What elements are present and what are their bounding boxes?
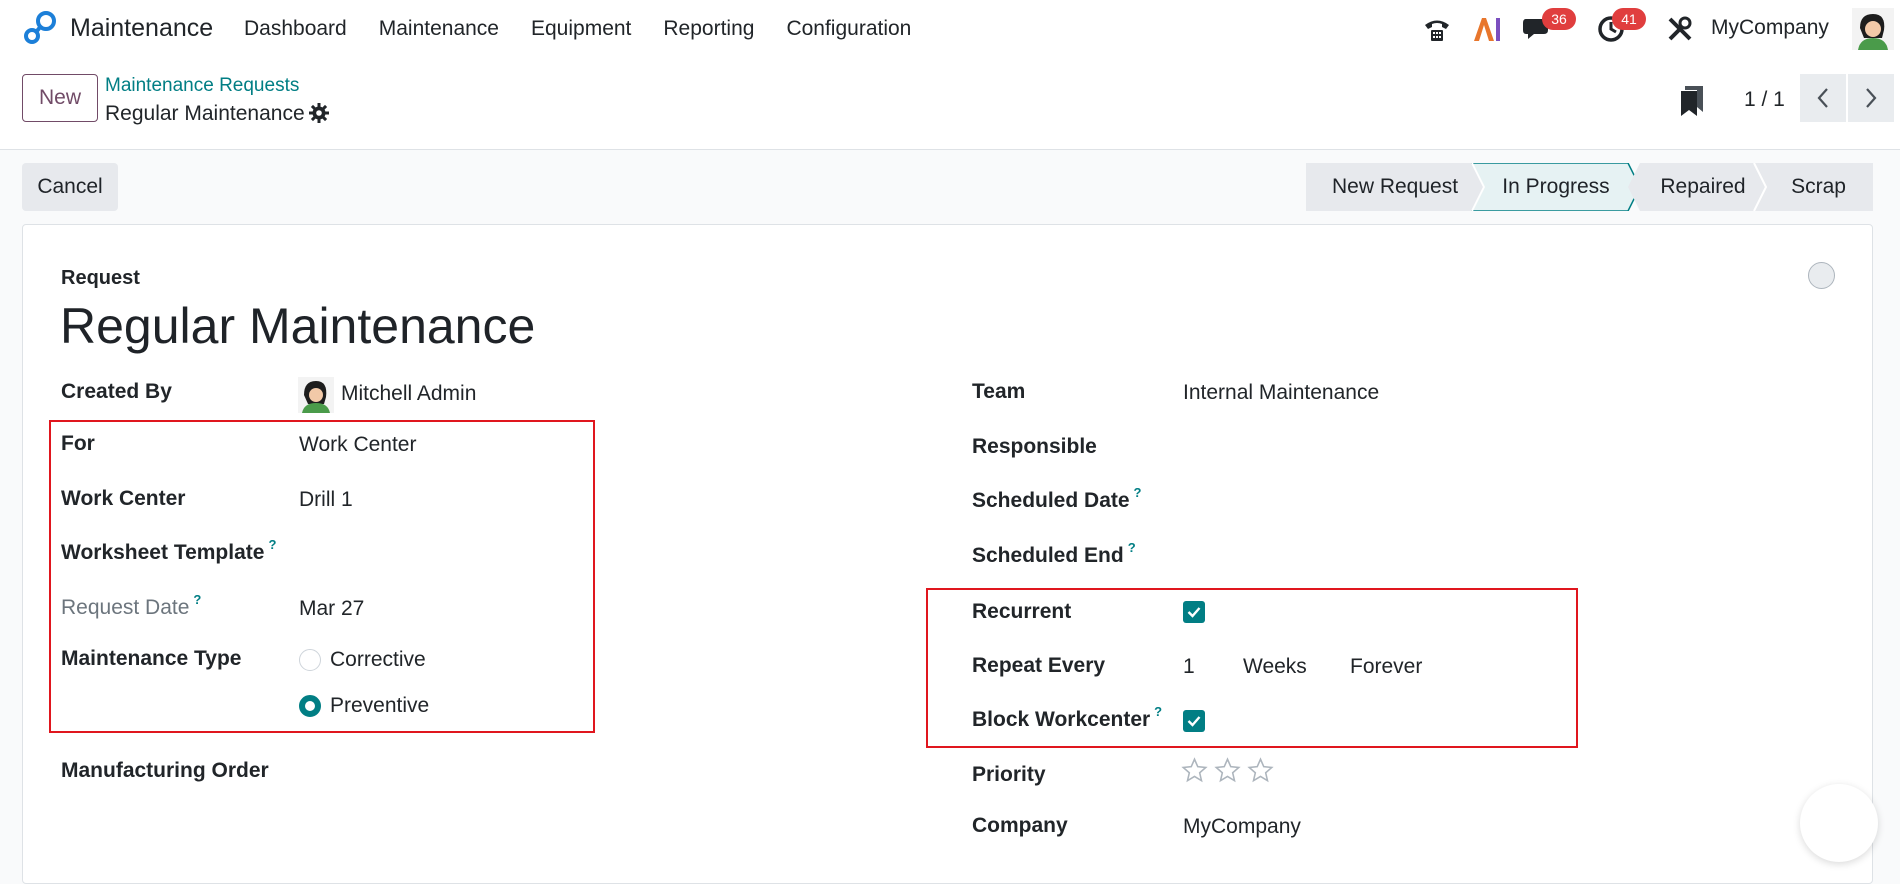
company-switcher[interactable]: MyCompany: [1711, 16, 1829, 40]
star-icon[interactable]: [1214, 757, 1241, 784]
stage-new-request[interactable]: New Request: [1306, 163, 1484, 211]
priority-stars: [1181, 757, 1274, 784]
created-by-avatar: [298, 377, 334, 413]
company-value[interactable]: MyCompany: [1183, 815, 1301, 839]
star-icon[interactable]: [1247, 757, 1274, 784]
help-icon[interactable]: ?: [1134, 485, 1142, 500]
menu-configuration[interactable]: Configuration: [786, 17, 911, 41]
request-label: Request: [61, 267, 140, 289]
request-title[interactable]: Regular Maintenance: [60, 297, 535, 355]
highlight-box-left: [49, 420, 595, 733]
team-label: Team: [972, 380, 1026, 403]
scheduled-end-label: Scheduled End?: [972, 540, 1136, 568]
stage-repaired[interactable]: Repaired: [1640, 163, 1766, 211]
priority-label: Priority: [972, 763, 1046, 786]
bookmark-icon[interactable]: [1679, 86, 1705, 116]
menu-maintenance[interactable]: Maintenance: [379, 17, 499, 41]
control-panel: New Maintenance Requests Regular Mainten…: [0, 58, 1900, 150]
kanban-state-indicator[interactable]: [1808, 262, 1835, 289]
responsible-input[interactable]: [1183, 429, 1583, 463]
main-menu: Dashboard Maintenance Equipment Reportin…: [244, 17, 943, 41]
created-by-label: Created By: [61, 380, 172, 403]
messages-icon[interactable]: 36: [1518, 8, 1576, 48]
highlight-box-right: [926, 588, 1578, 748]
breadcrumb-current: Regular Maintenance: [105, 102, 305, 125]
team-value[interactable]: Internal Maintenance: [1183, 381, 1379, 405]
tools-icon[interactable]: [1664, 10, 1696, 48]
manufacturing-order-input[interactable]: [299, 753, 599, 787]
pager-previous-button[interactable]: [1800, 74, 1846, 122]
chevron-left-icon: [1817, 88, 1828, 108]
ai-icon[interactable]: [1470, 10, 1504, 48]
activities-icon[interactable]: 41: [1594, 8, 1646, 48]
phone-icon[interactable]: [1420, 10, 1454, 48]
company-label: Company: [972, 814, 1068, 837]
manufacturing-order-label: Manufacturing Order: [61, 759, 269, 782]
responsible-label: Responsible: [972, 435, 1097, 458]
chat-launcher-button[interactable]: [1800, 784, 1878, 862]
help-icon[interactable]: ?: [1128, 540, 1136, 555]
menu-dashboard[interactable]: Dashboard: [244, 17, 347, 41]
top-navbar: Maintenance Dashboard Maintenance Equipm…: [0, 0, 1900, 58]
cancel-button[interactable]: Cancel: [22, 163, 118, 211]
scheduled-date-label: Scheduled Date?: [972, 485, 1142, 513]
chevron-right-icon: [1866, 88, 1877, 108]
scheduled-end-input[interactable]: [1183, 538, 1583, 572]
pager-next-button[interactable]: [1848, 74, 1894, 122]
scheduled-date-input[interactable]: [1183, 483, 1583, 517]
menu-equipment[interactable]: Equipment: [531, 17, 631, 41]
messages-badge: 36: [1542, 8, 1576, 30]
stage-in-progress[interactable]: In Progress: [1478, 163, 1634, 211]
activities-badge: 41: [1612, 8, 1646, 30]
gear-icon[interactable]: [309, 103, 329, 123]
menu-reporting[interactable]: Reporting: [663, 17, 754, 41]
scheduled-date-text: Scheduled Date: [972, 489, 1130, 512]
created-by-value[interactable]: Mitchell Admin: [341, 382, 476, 406]
stage-scrap[interactable]: Scrap: [1764, 163, 1873, 211]
user-avatar[interactable]: [1852, 8, 1894, 50]
star-icon[interactable]: [1181, 757, 1208, 784]
new-button[interactable]: New: [22, 74, 98, 122]
app-name[interactable]: Maintenance: [70, 14, 213, 43]
scheduled-end-text: Scheduled End: [972, 544, 1124, 567]
breadcrumb-parent[interactable]: Maintenance Requests: [105, 75, 299, 97]
pager-value[interactable]: 1 / 1: [1744, 88, 1785, 112]
maintenance-app-icon[interactable]: [22, 10, 58, 46]
